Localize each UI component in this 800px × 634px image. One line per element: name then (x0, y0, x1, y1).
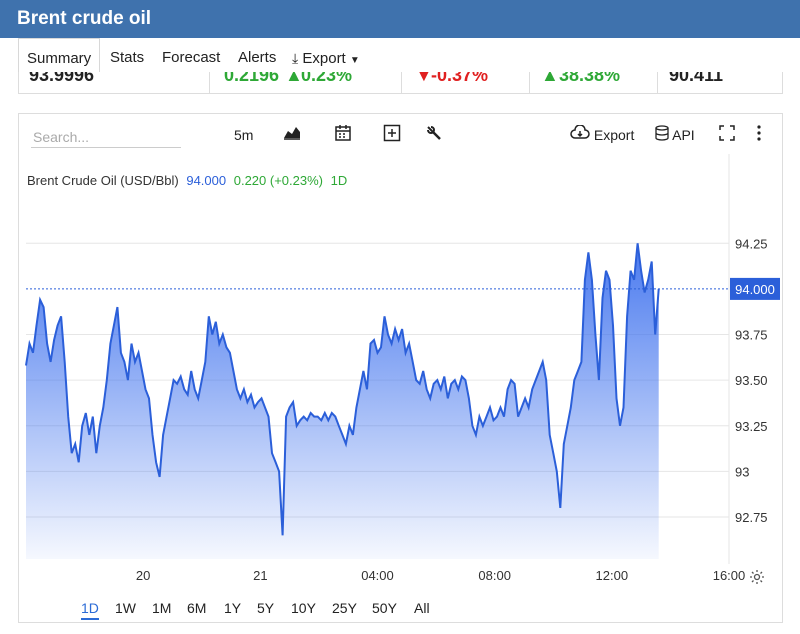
legend-period: 1D (331, 173, 348, 188)
legend-symbol-text: Brent Crude Oil (USD/Bbl) (27, 173, 179, 188)
y-tick-label: 93.75 (735, 328, 768, 343)
x-tick-label: 20 (136, 568, 150, 583)
y-tick-label: 92.75 (735, 510, 768, 525)
x-tick-label: 04:00 (361, 568, 394, 583)
divider (529, 72, 530, 93)
fullscreen-icon[interactable] (718, 124, 736, 146)
range-1d[interactable]: 1D (81, 600, 99, 620)
y-tick-label: 94.25 (735, 236, 768, 251)
search-input[interactable] (31, 126, 181, 148)
add-indicator-icon[interactable] (383, 124, 401, 146)
export-chart-label: Export (593, 127, 635, 143)
quote-price: 93.9996 (29, 72, 95, 85)
range-1y[interactable]: 1Y (224, 600, 241, 616)
range-6m[interactable]: 6M (187, 600, 206, 616)
wrench-icon[interactable] (425, 124, 443, 146)
x-axis: 20 21 04:00 08:00 12:00 16:00 (136, 568, 745, 583)
download-icon: ⤓ (292, 50, 299, 66)
y-tick-label: 93.25 (735, 419, 768, 434)
tab-export-label: Export (302, 50, 346, 67)
x-tick-label: 21 (253, 568, 267, 583)
chart-panel: 5m Export API (18, 113, 783, 623)
range-25y[interactable]: 25Y (332, 600, 357, 616)
legend-symbol: Brent Crude Oil (USD/Bbl) 94.000 0.220 (… (27, 173, 347, 188)
y-tick-label: 93 (735, 464, 749, 479)
quote-strip: 93.9996 0.2196 ▲ 0.23% ▼ -0.37% ▲ 38.38%… (18, 72, 783, 94)
settings-gear-icon[interactable] (749, 569, 765, 591)
price-area (26, 243, 659, 560)
legend-price: 94.000 (186, 173, 226, 188)
x-tick-label: 16:00 (713, 568, 746, 583)
export-chart-button[interactable]: Export (570, 124, 634, 146)
range-1w[interactable]: 1W (115, 600, 136, 616)
api-label: API (672, 127, 695, 143)
quote-cell-3: -0.37% (431, 72, 489, 85)
page-title: Brent crude oil (17, 8, 152, 29)
range-all[interactable]: All (414, 600, 430, 616)
interval-button[interactable]: 5m (234, 124, 253, 146)
price-chart[interactable]: 94.25 93.75 93.50 93.25 93 92.75 20 21 04:00 08:… (19, 154, 782, 619)
current-price-tag: 94.000 (730, 277, 780, 300)
title-bar: Brent crude oil (0, 0, 800, 38)
divider (657, 72, 658, 93)
x-tick-label: 12:00 (596, 568, 629, 583)
price-tag-label: 94.000 (735, 282, 775, 297)
legend-change: 0.220 (+0.23%) (234, 173, 323, 188)
quote-change: 0.2196 (224, 72, 280, 85)
x-tick-label: 08:00 (478, 568, 511, 583)
chart-type-icon[interactable] (283, 124, 301, 146)
range-10y[interactable]: 10Y (291, 600, 316, 616)
quote-cell-5: 90.411 (669, 72, 724, 85)
database-icon (655, 125, 669, 147)
cloud-download-icon (570, 124, 590, 147)
range-50y[interactable]: 50Y (372, 600, 397, 616)
divider (401, 72, 402, 93)
y-tick-label: 93.50 (735, 373, 768, 388)
range-1m[interactable]: 1M (152, 600, 171, 616)
more-options-icon[interactable] (756, 124, 762, 146)
api-button[interactable]: API (655, 124, 695, 146)
calendar-icon[interactable] (334, 124, 352, 146)
divider (209, 72, 210, 93)
quote-cell-4: 38.38% (559, 72, 621, 85)
quote-change-pct: 0.23% (301, 72, 353, 85)
range-5y[interactable]: 5Y (257, 600, 274, 616)
up-arrow-icon: ▲ (541, 72, 559, 85)
caret-down-icon: ▼ (349, 55, 360, 66)
